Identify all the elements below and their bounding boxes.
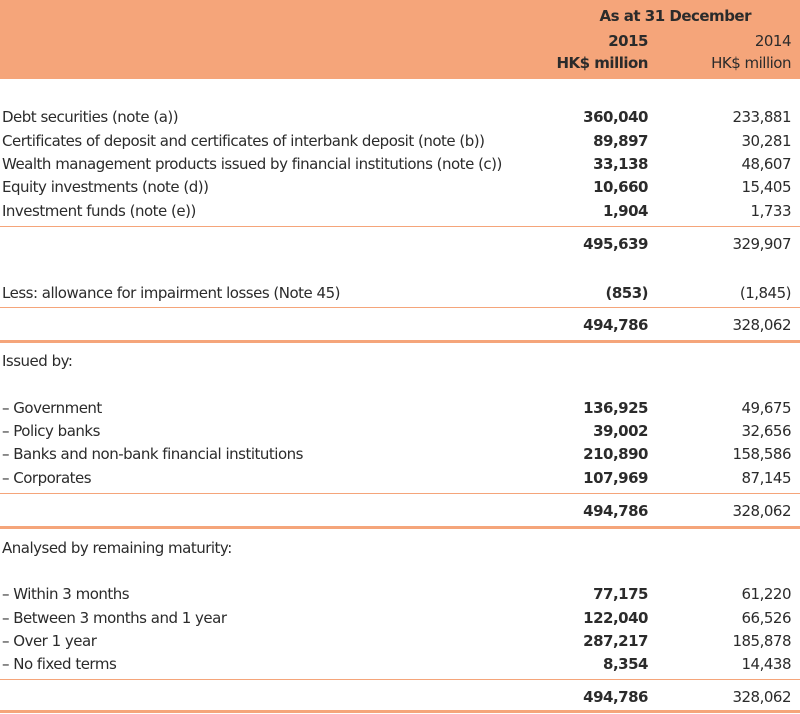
divider (0, 226, 800, 227)
double-divider (0, 340, 800, 343)
value-2015: 89,897 (593, 132, 648, 150)
year-2015-heading: 2015 (608, 32, 648, 50)
maturity-heading: Analysed by remaining maturity: (2, 539, 232, 557)
divider (0, 493, 800, 494)
subtotal-2014: 329,907 (732, 235, 791, 253)
value-2015: 1,904 (603, 202, 648, 220)
table-row: – Within 3 months 77,175 61,220 (0, 583, 800, 605)
value-2015: 33,138 (593, 155, 648, 173)
table-row: – No fixed terms 8,354 14,438 (0, 653, 800, 675)
divider (0, 679, 800, 680)
value-2014: 185,878 (732, 632, 791, 650)
table-row: Wealth management products issued by fin… (0, 153, 800, 175)
year-2014-heading: 2014 (754, 32, 792, 50)
value-2014: 30,281 (741, 132, 792, 150)
section-heading: Issued by: (0, 350, 800, 372)
allowance-row: Less: allowance for impairment losses (N… (0, 282, 800, 304)
value-2015: 136,925 (583, 399, 648, 417)
row-label: – Between 3 months and 1 year (2, 609, 227, 627)
table-row: – Between 3 months and 1 year 122,040 66… (0, 607, 800, 629)
table-row: – Corporates 107,969 87,145 (0, 467, 800, 489)
table-row: – Over 1 year 287,217 185,878 (0, 630, 800, 652)
row-label: Equity investments (note (d)) (2, 178, 209, 196)
table-row: Investment funds (note (e)) 1,904 1,733 (0, 200, 800, 222)
value-2014: 66,526 (741, 609, 792, 627)
table-header: As at 31 December 2015 2014 HK$ million … (0, 0, 800, 79)
value-2015: 39,002 (593, 422, 648, 440)
value-2014: 48,607 (741, 155, 792, 173)
table-row: Debt securities (note (a)) 360,040 233,8… (0, 106, 800, 128)
value-2014: 158,586 (732, 445, 791, 463)
row-label: Less: allowance for impairment losses (N… (2, 284, 341, 302)
table-row: – Policy banks 39,002 32,656 (0, 420, 800, 442)
row-label: Investment funds (note (e)) (2, 202, 196, 220)
row-label: – Over 1 year (2, 632, 97, 650)
issued-by-heading: Issued by: (2, 352, 73, 370)
total-row: 494,786 328,062 (0, 500, 800, 522)
section-heading: Analysed by remaining maturity: (0, 537, 800, 559)
divider (0, 307, 800, 308)
value-2015: 8,354 (603, 655, 648, 673)
total-2014: 328,062 (732, 688, 791, 706)
total-2015: 494,786 (583, 316, 648, 334)
row-label: Wealth management products issued by fin… (2, 155, 502, 173)
value-2015: (853) (605, 284, 648, 302)
row-label: Certificates of deposit and certificates… (2, 132, 485, 150)
value-2015: 107,969 (583, 469, 648, 487)
double-divider (0, 710, 800, 713)
value-2015: 287,217 (583, 632, 648, 650)
value-2015: 10,660 (593, 178, 648, 196)
value-2014: 1,733 (750, 202, 792, 220)
unit-2015-heading: HK$ million (556, 54, 648, 72)
value-2014: 14,438 (741, 655, 792, 673)
row-label: Debt securities (note (a)) (2, 108, 179, 126)
value-2015: 122,040 (583, 609, 648, 627)
unit-2014-heading: HK$ million (711, 54, 791, 72)
total-row: 494,786 328,062 (0, 686, 800, 708)
value-2015: 360,040 (583, 108, 648, 126)
row-label: – Within 3 months (2, 585, 130, 603)
value-2014: 32,656 (741, 422, 792, 440)
row-label: – Policy banks (2, 422, 100, 440)
total-2014: 328,062 (732, 316, 791, 334)
subtotal-row: 495,639 329,907 (0, 233, 800, 255)
row-label: – Banks and non-bank financial instituti… (2, 445, 303, 463)
total-2015: 494,786 (583, 502, 648, 520)
subtotal-2015: 495,639 (583, 235, 648, 253)
value-2014: 15,405 (741, 178, 792, 196)
double-divider (0, 526, 800, 529)
table-row: – Banks and non-bank financial instituti… (0, 443, 800, 465)
value-2014: 61,220 (741, 585, 792, 603)
value-2014: (1,845) (739, 284, 792, 302)
table-row: Equity investments (note (d)) 10,660 15,… (0, 176, 800, 198)
total-row: 494,786 328,062 (0, 314, 800, 336)
row-label: – Corporates (2, 469, 92, 487)
table-row: – Government 136,925 49,675 (0, 397, 800, 419)
total-2015: 494,786 (583, 688, 648, 706)
row-label: – Government (2, 399, 102, 417)
row-label: – No fixed terms (2, 655, 117, 673)
table-row: Certificates of deposit and certificates… (0, 130, 800, 152)
value-2015: 77,175 (593, 585, 648, 603)
period-heading: As at 31 December (599, 7, 752, 25)
value-2014: 87,145 (741, 469, 792, 487)
value-2014: 49,675 (741, 399, 792, 417)
value-2014: 233,881 (732, 108, 791, 126)
total-2014: 328,062 (732, 502, 791, 520)
value-2015: 210,890 (583, 445, 648, 463)
